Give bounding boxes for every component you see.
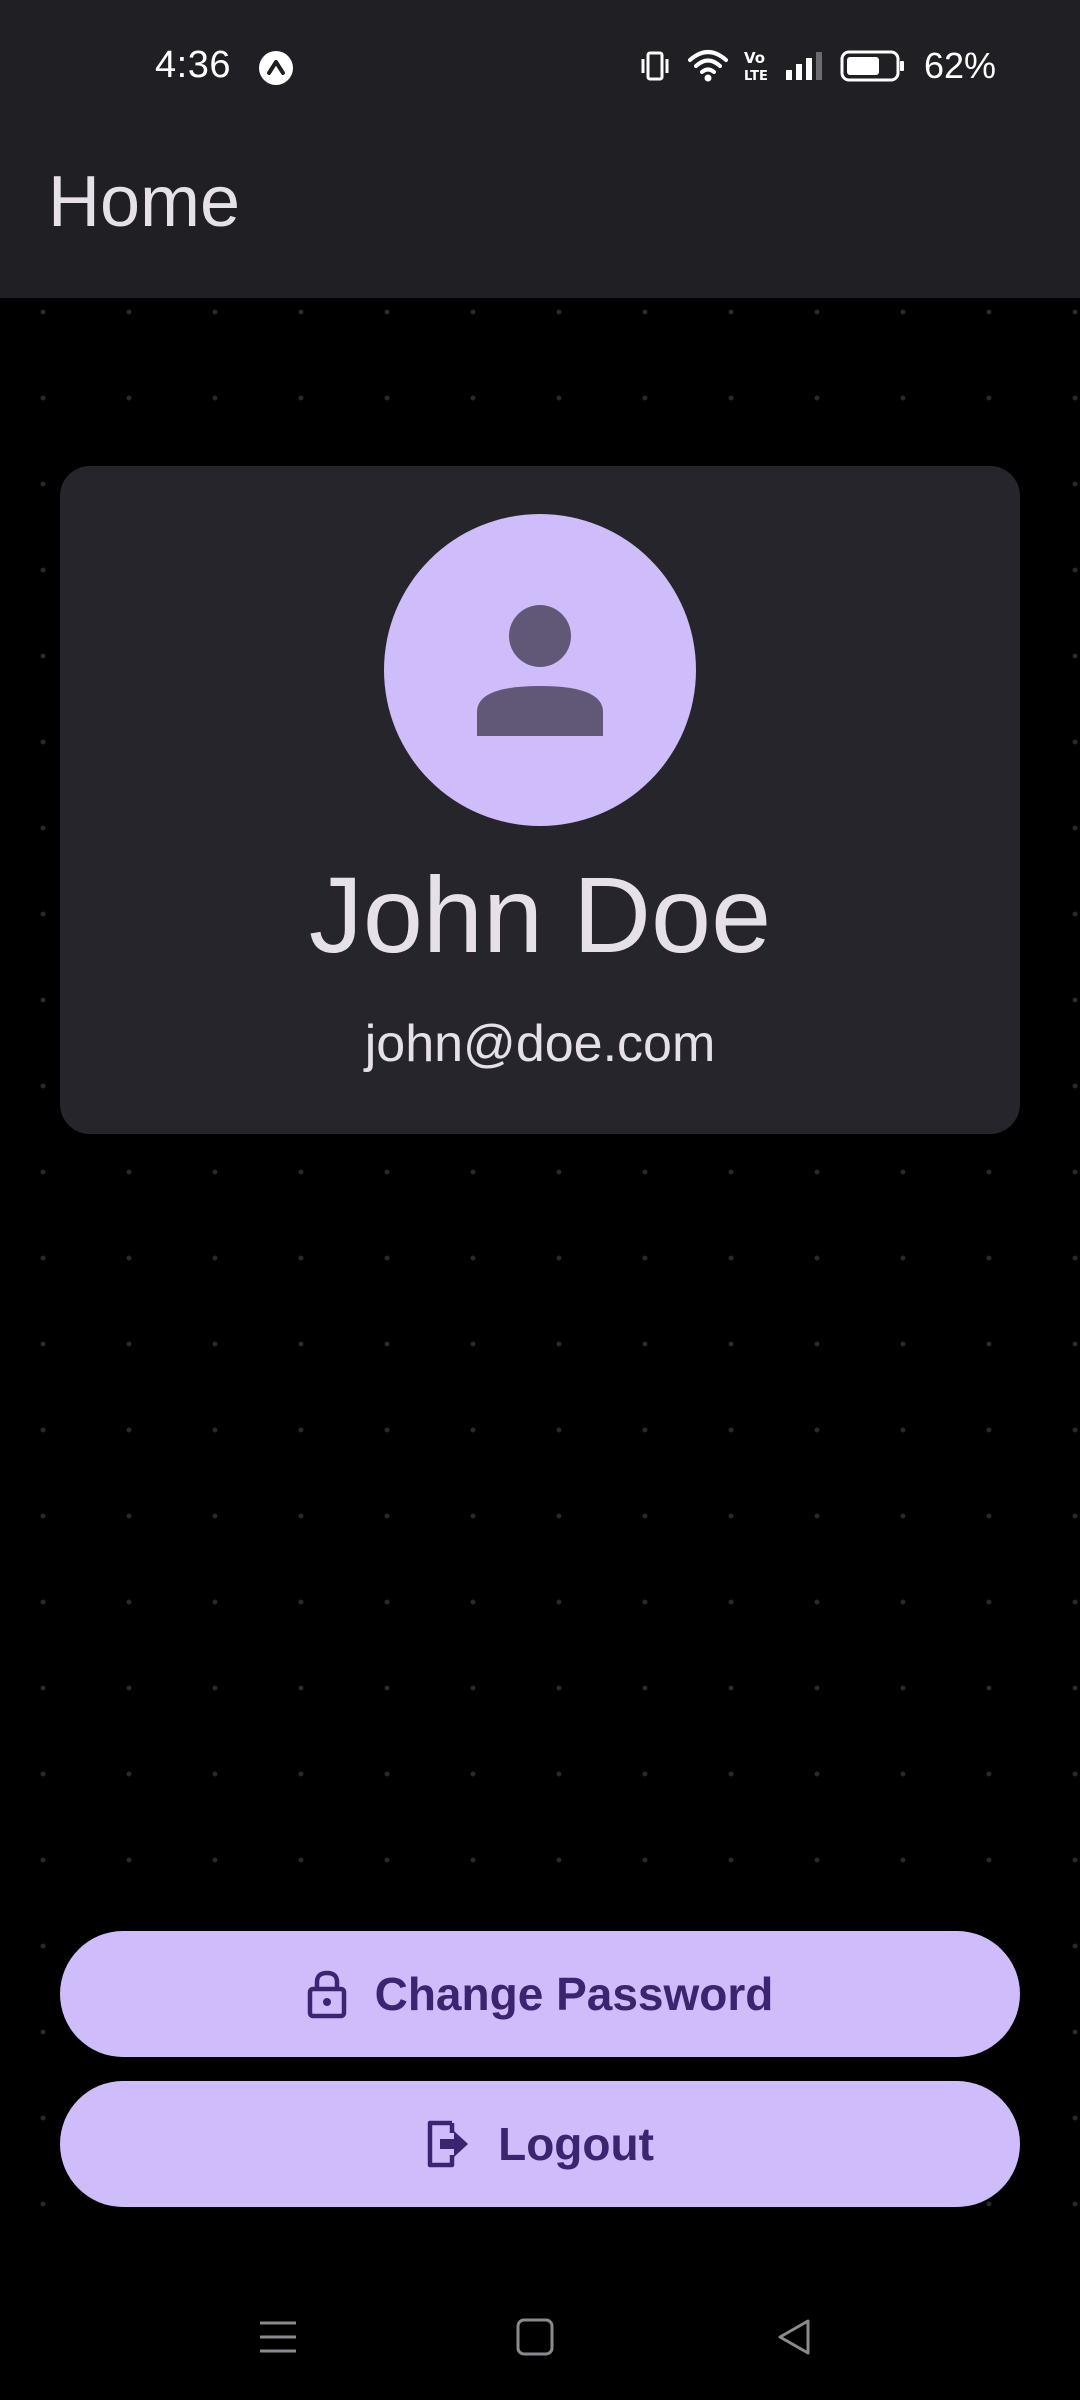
svg-text:Vo: Vo [744,49,765,67]
vibrate-icon [638,49,672,83]
menu-icon[interactable] [248,2307,308,2367]
profile-card: John Doe john@doe.com [60,466,1020,1134]
svg-text:LTE: LTE [744,69,768,84]
profile-name: John Doe [308,854,772,975]
logout-icon [426,2119,470,2169]
logout-label: Logout [498,2118,654,2170]
status-bar: 4:36 Vo LTE 62% [0,0,1080,135]
wifi-icon [686,48,730,84]
system-nav-bar [0,2275,1080,2400]
home-screen: 4:36 Vo LTE 62% Home John Doe john@doe.c… [0,0,1080,2400]
volte-icon: Vo LTE [744,48,770,84]
change-password-button[interactable]: Change Password [60,1931,1020,2057]
signal-icon [784,50,826,82]
top-app-bar: Home [0,135,1080,298]
logout-button[interactable]: Logout [60,2081,1020,2207]
lock-icon [307,1969,347,2019]
profile-email: john@doe.com [364,1015,716,1073]
back-icon[interactable] [764,2307,824,2367]
change-password-label: Change Password [374,1968,774,2020]
app-notification-icon [258,50,294,86]
avatar [384,514,696,826]
battery-icon [840,49,906,83]
battery-percent: 62% [923,45,996,86]
person-icon [477,605,603,736]
status-time: 4:36 [155,44,231,86]
page-title: Home [48,162,241,242]
status-icons: Vo LTE 62% [638,44,996,88]
home-icon[interactable] [505,2307,565,2367]
